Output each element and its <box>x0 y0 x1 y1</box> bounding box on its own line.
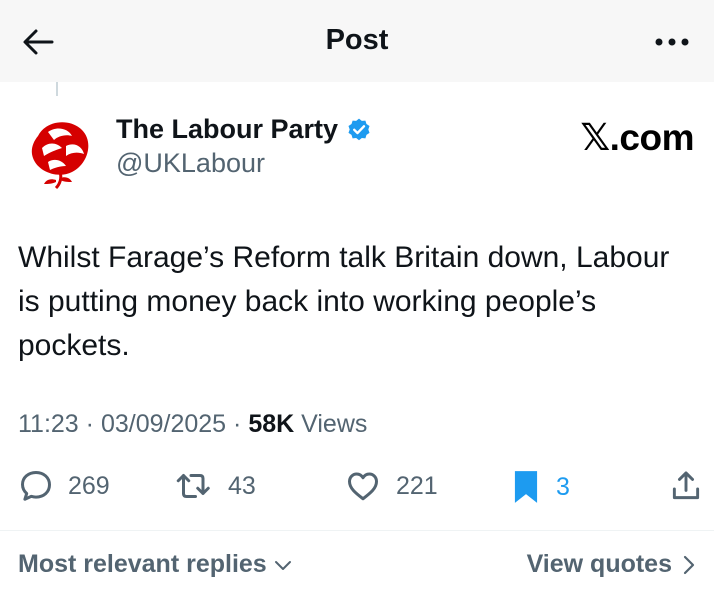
repost-icon <box>176 474 210 498</box>
post-time: 11:23 <box>18 410 79 438</box>
page-title: Post <box>325 24 389 56</box>
more-options-icon[interactable] <box>652 27 692 57</box>
xcom-watermark: 𝕏.com <box>580 117 694 158</box>
reply-button[interactable]: 269 <box>18 468 110 504</box>
view-quotes-label: View quotes <box>526 550 672 578</box>
view-quotes-link[interactable]: View quotes <box>527 550 696 579</box>
post-text: Whilst Farage’s Reform talk Britain down… <box>18 241 670 362</box>
author-name-text: The Labour Party <box>116 114 339 144</box>
like-count: 221 <box>396 471 438 500</box>
repost-count: 43 <box>228 471 256 500</box>
author-name[interactable]: The Labour Party <box>116 114 372 145</box>
thread-line <box>56 82 58 96</box>
replies-sort-dropdown[interactable]: Most relevant replies <box>18 550 293 579</box>
views-label: Views <box>301 410 368 438</box>
divider <box>0 530 714 531</box>
share-icon <box>672 471 700 500</box>
author-handle[interactable]: @UKLabour <box>116 148 265 179</box>
like-button[interactable]: 221 <box>344 468 438 504</box>
top-bar: Post <box>0 0 714 82</box>
share-button[interactable] <box>670 468 702 504</box>
views-count: 58K <box>248 410 295 438</box>
action-bar: 269 43 221 3 <box>0 468 714 512</box>
bookmark-icon <box>514 471 538 503</box>
chevron-down-icon <box>274 560 291 570</box>
chevron-right-icon <box>683 555 695 574</box>
bookmark-count: 3 <box>556 472 570 501</box>
post-date: 03/09/2025 <box>100 410 227 438</box>
post-meta: 11:23 · 03/09/2025 · 58K Views <box>18 410 368 438</box>
labour-rose-logo <box>18 106 102 190</box>
bookmark-button[interactable]: 3 <box>510 468 570 506</box>
reply-icon <box>21 471 51 501</box>
reply-count: 269 <box>68 471 110 500</box>
repost-button[interactable]: 43 <box>174 468 256 504</box>
replies-sort-label: Most relevant replies <box>18 550 267 578</box>
avatar[interactable] <box>18 106 102 190</box>
heart-icon <box>348 472 378 501</box>
verified-badge-icon <box>348 118 370 140</box>
